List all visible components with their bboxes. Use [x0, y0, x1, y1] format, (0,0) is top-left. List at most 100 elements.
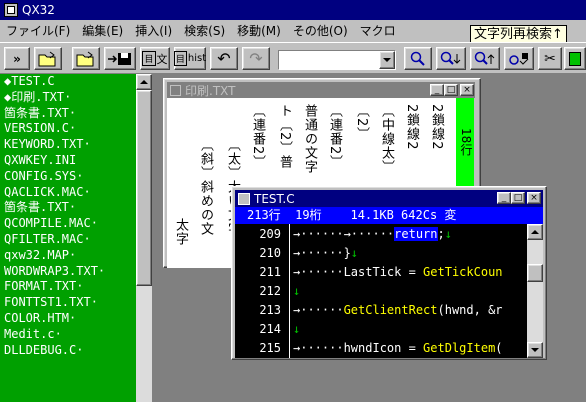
text-column: 〔2〕 — [354, 104, 369, 142]
save-button[interactable] — [104, 47, 136, 70]
code-text: →······→······ — [293, 227, 395, 241]
paste-button[interactable] — [564, 47, 586, 70]
print-window-title: 印刷.TXT — [185, 83, 236, 98]
code-line[interactable]: 214 ↓ — [235, 319, 527, 339]
close-button[interactable]: × — [527, 192, 541, 204]
code-line[interactable]: 211 →······LastTick = GetTickCoun — [235, 262, 527, 282]
code-line[interactable]: 212 ↓ — [235, 281, 527, 301]
scroll-up-button[interactable] — [527, 224, 543, 240]
clipboard-icon — [569, 51, 581, 66]
file-item[interactable]: QFILTER.MAC· — [0, 232, 136, 248]
file-item[interactable]: QXWKEY.INI — [0, 153, 136, 169]
menu-file[interactable]: ファイル(F) — [0, 20, 76, 42]
minimize-button[interactable]: _ — [497, 192, 511, 204]
cut-button[interactable]: ✂ — [538, 47, 562, 70]
scroll-down-button[interactable] — [527, 342, 543, 358]
file-item[interactable]: WORDWRAP3.TXT· — [0, 264, 136, 280]
newline-mark: ↓ — [350, 246, 359, 260]
code-editor[interactable]: 209 →······→······return;↓ 210 →······}↓ 211… — [235, 224, 527, 358]
replace-icon — [509, 52, 529, 65]
replace-button[interactable] — [504, 47, 534, 70]
code-line[interactable]: 213 →······GetClientRect(hwnd, &r — [235, 300, 527, 320]
window-title: QX32 — [22, 3, 55, 17]
code-line[interactable]: 209 →······→······return;↓ — [235, 224, 527, 244]
scroll-up-button[interactable] — [136, 74, 152, 90]
code-scrollbar[interactable] — [527, 224, 543, 358]
undo-button[interactable]: ↶ — [210, 47, 238, 70]
file-item[interactable]: QACLICK.MAC· — [0, 185, 136, 201]
test-window-titlebar[interactable]: TEST.C _ □ × — [235, 190, 543, 207]
file-item[interactable]: DLLDEBUG.C· — [0, 343, 136, 359]
code-line[interactable]: 215 →······hwndIcon = GetDlgItem( — [235, 338, 527, 358]
file-item[interactable]: Medit.c· — [0, 327, 136, 343]
text-column: 〔連番2〕 — [250, 104, 265, 170]
code-line[interactable]: 210 →······}↓ — [235, 243, 527, 263]
hist-button[interactable]: 目 hist — [173, 47, 207, 70]
bun-button[interactable]: 目 文 — [140, 47, 170, 70]
file-item[interactable]: qxw32.MAP· — [0, 248, 136, 264]
test-c-window[interactable]: TEST.C _ □ × 213行 19桁 14.1KB 642Cs 変 209… — [231, 186, 547, 360]
code-text: →······hwndIcon = — [293, 341, 424, 355]
undo-icon: ↶ — [217, 49, 231, 68]
file-item[interactable]: QCOMPILE.MAC· — [0, 216, 136, 232]
title-bar: QX32 — [0, 0, 586, 20]
file-item[interactable]: KEYWORD.TXT· — [0, 137, 136, 153]
folder-icon — [76, 51, 94, 66]
close-button[interactable]: × — [460, 84, 474, 96]
app-icon[interactable] — [4, 3, 18, 17]
arrow-up-icon — [140, 80, 148, 84]
scroll-thumb[interactable] — [136, 90, 152, 286]
line-text: →······hwndIcon = GetDlgItem( — [293, 338, 503, 358]
file-list[interactable]: ◆TEST.C ◆印刷.TXT· 箇条書.TXT· VERSION.C· KEY… — [0, 74, 136, 402]
maximize-button[interactable]: □ — [444, 84, 458, 96]
search-button[interactable] — [404, 47, 432, 70]
menu-other[interactable]: その他(O) — [287, 20, 354, 42]
test-status-bar: 213行 19桁 14.1KB 642Cs 変 — [235, 207, 543, 224]
file-item[interactable]: 箇条書.TXT· — [0, 106, 136, 122]
file-item[interactable]: COLOR.HTM· — [0, 311, 136, 327]
code-text: →······LastTick = — [293, 265, 424, 279]
menu-macro[interactable]: マクロ — [354, 20, 402, 42]
file-item[interactable]: FORMAT.TXT· — [0, 279, 136, 295]
file-item[interactable]: CONFIG.SYS· — [0, 169, 136, 185]
search-up-button[interactable] — [470, 47, 500, 70]
hist-label: hist — [187, 53, 207, 64]
print-line-count: 18行 — [459, 128, 473, 156]
menu-insert[interactable]: 挿入(I) — [129, 20, 178, 42]
file-item[interactable]: VERSION.C· — [0, 121, 136, 137]
chevron-down-icon — [383, 58, 391, 62]
text-column: 太字 — [173, 218, 188, 246]
print-window-titlebar[interactable]: 印刷.TXT _ □ × — [167, 82, 475, 98]
search-combo[interactable] — [278, 50, 396, 70]
file-item[interactable]: 箇条書.TXT· — [0, 200, 136, 216]
double-chevron-icon: » — [13, 51, 21, 66]
file-item[interactable]: FONTTST1.TXT· — [0, 295, 136, 311]
newline-mark: ↓ — [293, 284, 301, 298]
file-item[interactable]: ◆印刷.TXT· — [0, 90, 136, 106]
redo-icon: ↷ — [249, 49, 263, 68]
combo-dropdown-button[interactable] — [379, 51, 395, 69]
magnifier-up-icon — [474, 51, 495, 65]
menu-move[interactable]: 移動(M) — [231, 20, 287, 42]
line-number: 214 — [259, 322, 281, 336]
open-file2-button[interactable] — [72, 47, 100, 70]
file-item[interactable]: ◆TEST.C — [0, 74, 136, 90]
text-column: 2鎖線2 — [404, 104, 419, 151]
scroll-thumb[interactable] — [527, 264, 543, 282]
next-window-button[interactable]: » — [4, 47, 30, 70]
search-down-button[interactable] — [436, 47, 466, 70]
arrow-up-icon — [531, 230, 539, 234]
code-text: (hwnd, &r — [437, 303, 503, 317]
file-list-scrollbar[interactable] — [136, 74, 152, 402]
maximize-button[interactable]: □ — [511, 192, 525, 204]
menu-search[interactable]: 検索(S) — [178, 20, 231, 42]
magnifier-down-icon — [440, 51, 461, 65]
minimize-button[interactable]: _ — [430, 84, 444, 96]
line-number: 210 — [259, 246, 281, 260]
text-column: 2鎖線2 — [429, 104, 444, 151]
menu-edit[interactable]: 編集(E) — [76, 20, 129, 42]
redo-button[interactable]: ↷ — [242, 47, 270, 70]
open-file-button[interactable] — [34, 47, 62, 70]
text-column: 普通の文字 — [302, 104, 317, 174]
function-text: GetDlgItem — [423, 341, 496, 355]
